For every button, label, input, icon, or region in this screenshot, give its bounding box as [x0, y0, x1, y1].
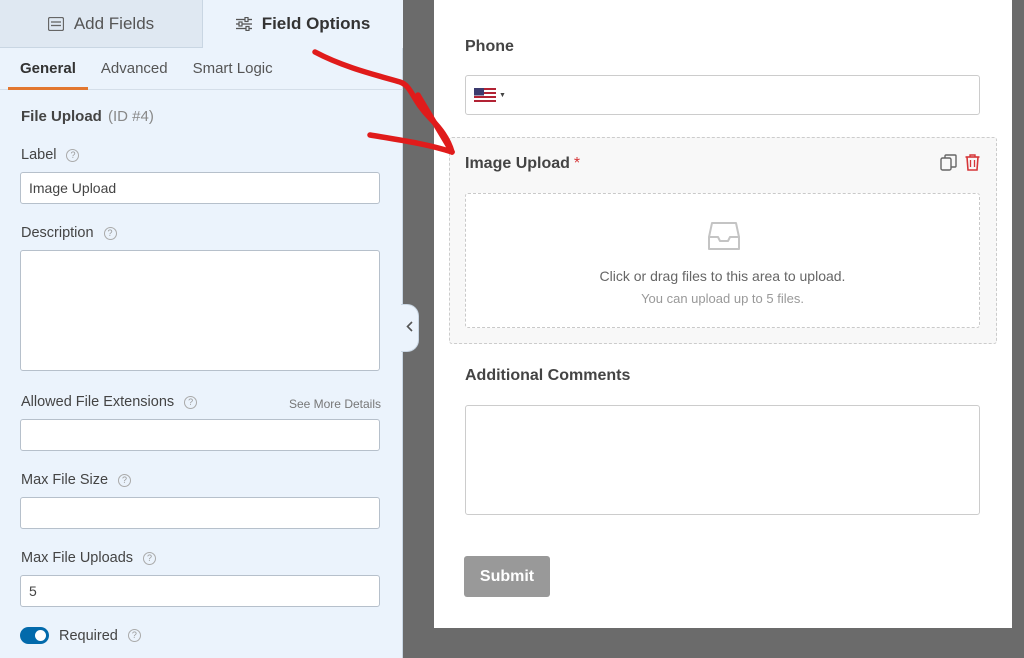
tab-add-fields-label: Add Fields [73, 13, 155, 33]
panel-top-tabs: Add Fields Field Options [0, 0, 403, 48]
extensions-option-label: Allowed File Extensions ? [21, 394, 198, 410]
list-icon [47, 16, 64, 31]
sliders-icon [235, 17, 252, 31]
comments-field-label: Additional Comments [465, 367, 631, 384]
drop-zone-hint: You can upload up to 5 files. [641, 291, 804, 306]
upload-field-label-text: Image Upload [465, 155, 570, 172]
file-drop-zone[interactable]: Click or drag files to this area to uplo… [465, 193, 980, 328]
help-icon[interactable]: ? [143, 551, 157, 565]
help-icon[interactable]: ? [127, 629, 141, 642]
max-uploads-option-label: Max File Uploads ? [21, 550, 157, 566]
collapse-panel-handle[interactable] [401, 304, 419, 352]
field-options-panel: Add Fields Field Options General Advance… [0, 0, 403, 658]
label-input[interactable]: Image Upload [20, 172, 380, 204]
required-toggle-row: Required ? [20, 627, 141, 644]
comments-textarea[interactable] [465, 405, 980, 515]
help-icon[interactable]: ? [66, 148, 80, 162]
help-icon[interactable]: ? [118, 473, 132, 487]
caret-down-icon[interactable]: ▼ [499, 92, 506, 99]
max-size-option-text: Max File Size [21, 472, 109, 488]
inbox-tray-icon [708, 221, 740, 256]
description-option-text: Description [21, 225, 94, 241]
trash-icon[interactable] [965, 154, 980, 176]
max-size-option-label: Max File Size ? [21, 472, 132, 488]
drop-zone-text: Click or drag files to this area to uplo… [599, 268, 846, 284]
extensions-option-text: Allowed File Extensions [21, 394, 175, 410]
tab-field-options-label: Field Options [261, 14, 371, 33]
phone-field-label: Phone [465, 38, 514, 55]
submit-button[interactable]: Submit [464, 556, 550, 597]
us-flag-icon[interactable] [474, 88, 496, 102]
label-option-label: Label ? [21, 147, 80, 163]
field-actions [940, 154, 980, 176]
image-upload-field[interactable]: Image Upload * Click or drag files to thi… [449, 137, 997, 344]
max-uploads-input[interactable]: 5 [20, 575, 380, 607]
max-size-input[interactable] [20, 497, 380, 529]
help-icon[interactable]: ? [103, 226, 117, 240]
form-preview: Phone ▼ Image Upload * Click or drag fil… [434, 0, 1012, 628]
subtab-advanced[interactable]: Advanced [101, 48, 168, 90]
subtab-smart-logic[interactable]: Smart Logic [193, 48, 273, 90]
label-option-text: Label [21, 147, 57, 163]
field-type-name: File Upload [21, 108, 102, 125]
field-type-heading: File Upload (ID #4) [21, 108, 154, 125]
help-icon[interactable]: ? [184, 395, 198, 409]
tab-add-fields[interactable]: Add Fields [0, 0, 202, 48]
tab-field-options[interactable]: Field Options [202, 0, 403, 48]
description-textarea[interactable] [20, 250, 380, 371]
max-uploads-option-text: Max File Uploads [21, 550, 134, 566]
see-more-details-link[interactable]: See More Details [289, 397, 381, 411]
required-toggle[interactable] [20, 627, 49, 644]
extensions-input[interactable] [20, 419, 380, 451]
field-id: (ID #4) [108, 108, 154, 125]
description-option-label: Description ? [21, 225, 117, 241]
chevron-left-icon [406, 319, 413, 337]
subtab-general[interactable]: General [8, 48, 88, 90]
duplicate-icon[interactable] [940, 154, 957, 176]
required-label: Required [59, 627, 118, 644]
upload-field-label: Image Upload * [465, 155, 580, 173]
phone-input[interactable]: ▼ [465, 75, 980, 115]
required-asterisk: * [573, 155, 581, 172]
options-sub-tabs: General Advanced Smart Logic [0, 48, 403, 90]
